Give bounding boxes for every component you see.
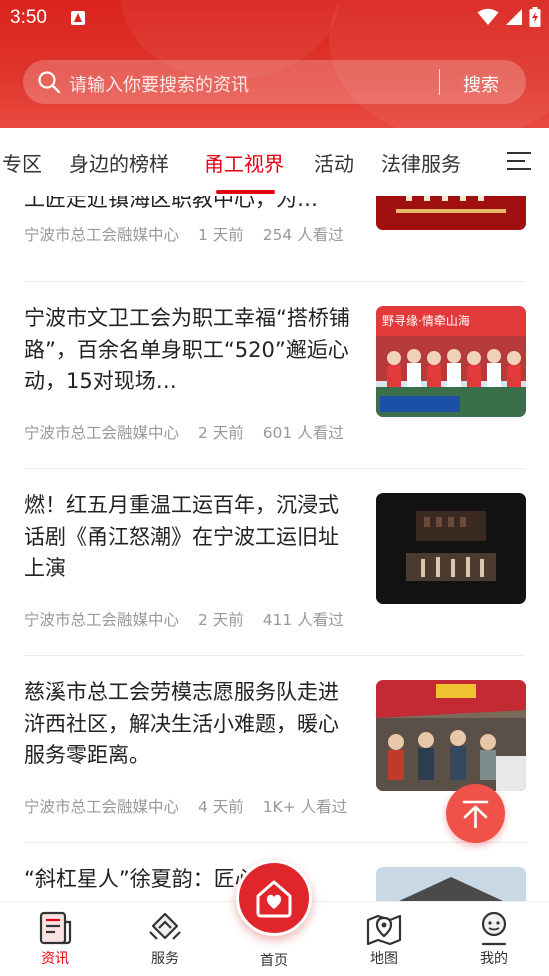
- status-time: 3:50: [10, 7, 47, 28]
- tab-legal-services[interactable]: 法律服务: [381, 148, 461, 177]
- home-button[interactable]: [236, 860, 312, 936]
- search-button[interactable]: 搜索: [463, 71, 499, 97]
- article-title: 燃！红五月重温工运百年，沉浸式话剧《甬江怒潮》在宁波工运旧址上演: [24, 493, 339, 580]
- home-icon: [256, 880, 292, 918]
- article-title: 工匠走近镇海区职教中心，为…: [24, 196, 318, 211]
- search-bar[interactable]: 请输入你要搜索的资讯 搜索: [23, 60, 526, 104]
- article-thumbnail: [376, 493, 526, 604]
- article-time: 2 天前: [197, 611, 244, 629]
- article-thumbnail: [376, 867, 526, 901]
- nav-service[interactable]: 服务: [125, 902, 205, 976]
- profile-icon: [481, 911, 507, 946]
- news-icon: [39, 911, 72, 945]
- article-source: 宁波市总工会融媒中心: [24, 611, 180, 629]
- service-icon: [149, 912, 181, 940]
- nav-home-label: 首页: [260, 953, 288, 969]
- status-bar: 3:50: [0, 0, 549, 36]
- search-input[interactable]: 请输入你要搜索的资讯: [69, 71, 249, 97]
- article-title: 宁波市文卫工会为职工幸福“搭桥铺路”，百余名单身职工“520”邂逅心动，15对现…: [24, 306, 350, 393]
- tab-role-models[interactable]: 身边的榜样: [69, 148, 169, 177]
- nav-map-label: 地图: [370, 951, 398, 967]
- wifi-icon: [477, 8, 499, 25]
- nav-profile[interactable]: 我的: [454, 902, 534, 976]
- article-source: 宁波市总工会融媒中心: [24, 226, 180, 244]
- article-thumbnail: [376, 680, 526, 791]
- article-thumbnail: [376, 196, 526, 230]
- list-item[interactable]: 宁波市文卫工会为职工幸福“搭桥铺路”，百余名单身职工“520”邂逅心动，15对现…: [0, 282, 549, 469]
- list-item[interactable]: 工匠走近镇海区职教中心，为… 宁波市总工会融媒中心 1 天前 254 人看过: [0, 196, 549, 282]
- article-views: 411 人看过: [262, 611, 344, 629]
- menu-icon[interactable]: [507, 152, 531, 172]
- article-source: 宁波市总工会融媒中心: [24, 424, 180, 442]
- active-tab-indicator: [216, 190, 275, 194]
- status-icons: [477, 7, 541, 27]
- header: 3:50 请输入你要搜索的资讯 搜索: [0, 0, 549, 128]
- nav-news[interactable]: 资讯: [15, 902, 95, 976]
- notification-app-icon: [71, 11, 85, 25]
- tab-zone[interactable]: 专区: [2, 148, 42, 177]
- back-to-top-button[interactable]: [446, 784, 505, 843]
- nav-service-label: 服务: [151, 951, 179, 967]
- article-meta: 宁波市总工会融媒中心 2 天前 601 人看过: [24, 421, 358, 443]
- article-views: 1K+ 人看过: [262, 798, 348, 816]
- search-divider: [439, 69, 440, 95]
- article-source: 宁波市总工会融媒中心: [24, 798, 180, 816]
- battery-icon: [529, 7, 541, 27]
- map-icon: [366, 914, 402, 946]
- article-time: 4 天前: [197, 798, 244, 816]
- article-meta: 宁波市总工会融媒中心 4 天前 1K+ 人看过: [24, 795, 361, 817]
- list-item[interactable]: 燃！红五月重温工运百年，沉浸式话剧《甬江怒潮》在宁波工运旧址上演 宁波市总工会融…: [0, 469, 549, 656]
- article-title: 慈溪市总工会劳模志愿服务队走进浒西社区，解决生活小难题，暖心服务零距离。: [24, 680, 339, 767]
- article-thumbnail: 野寻缘·情牵山海: [376, 306, 526, 417]
- search-icon: [38, 71, 61, 94]
- article-time: 2 天前: [197, 424, 244, 442]
- signal-icon: [506, 9, 522, 25]
- nav-profile-label: 我的: [480, 951, 508, 967]
- article-meta: 宁波市总工会融媒中心 1 天前 254 人看过: [24, 223, 358, 245]
- article-time: 1 天前: [197, 226, 244, 244]
- thumbnail-caption: 野寻缘·情牵山海: [382, 313, 470, 328]
- nav-map[interactable]: 地图: [344, 902, 424, 976]
- tab-activities[interactable]: 活动: [314, 148, 354, 177]
- article-meta: 宁波市总工会融媒中心 2 天前 411 人看过: [24, 608, 358, 630]
- article-views: 601 人看过: [262, 424, 344, 442]
- category-tabs: 专区 身边的榜样 甬工视界 活动 法律服务: [0, 128, 549, 196]
- arrow-up-icon: [462, 800, 489, 829]
- tab-yonggong-vision[interactable]: 甬工视界: [204, 148, 284, 177]
- nav-news-label: 资讯: [41, 951, 69, 967]
- article-views: 254 人看过: [262, 226, 344, 244]
